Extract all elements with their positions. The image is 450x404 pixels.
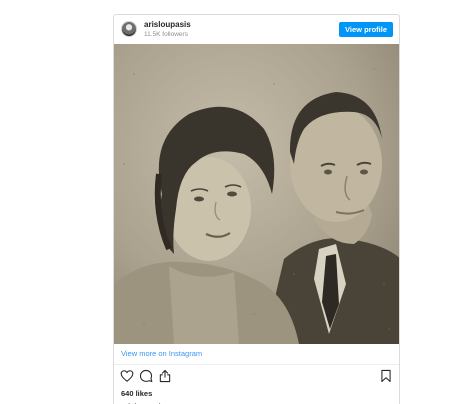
follower-count: 11.5K followers <box>144 31 188 38</box>
post-header: arisloupasis 11.5K followers View profil… <box>114 15 399 44</box>
heart-icon[interactable] <box>120 369 134 383</box>
vintage-portrait-image <box>114 44 399 344</box>
divider <box>114 364 399 365</box>
user-info: arisloupasis 11.5K followers <box>144 20 191 39</box>
view-more-link[interactable]: View more on Instagram <box>121 349 202 358</box>
instagram-embed: arisloupasis 11.5K followers View profil… <box>113 14 400 404</box>
share-icon[interactable] <box>158 369 172 383</box>
bookmark-icon[interactable] <box>379 369 393 383</box>
like-count[interactable]: 640 likes <box>121 389 152 398</box>
view-profile-button[interactable]: View profile <box>339 22 393 37</box>
comment-icon[interactable] <box>139 369 153 383</box>
avatar[interactable] <box>121 21 137 37</box>
post-photo[interactable] <box>114 44 399 344</box>
username[interactable]: arisloupasis <box>144 20 191 30</box>
